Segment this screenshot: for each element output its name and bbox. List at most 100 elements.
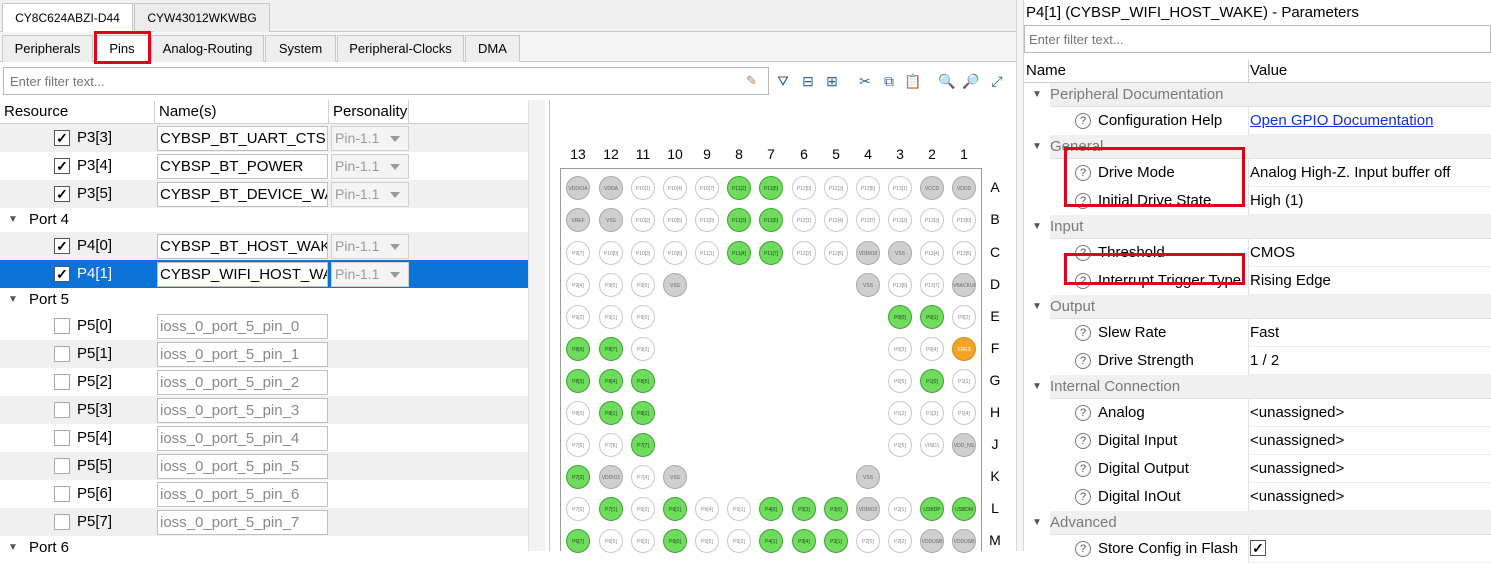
package-pin[interactable]: P12[6] <box>856 176 880 200</box>
param-row[interactable]: ? Threshold CMOS <box>1024 239 1491 267</box>
help-icon[interactable]: ? <box>1075 541 1091 557</box>
package-pin[interactable]: P12[1] <box>792 208 816 232</box>
package-pin[interactable]: P9[2] <box>566 305 590 329</box>
package-pin[interactable]: P13[2] <box>888 208 912 232</box>
pin-row[interactable]: ✓ P4[0] CYBSP_BT_HOST_WAKE Pin-1.1 <box>0 232 528 260</box>
package-pin[interactable]: P4[0] <box>759 497 783 521</box>
package-pin[interactable]: P8[0] <box>566 401 590 425</box>
package-pin[interactable]: P11[2] <box>727 176 751 200</box>
pin-name-field[interactable]: ioss_0_port_5_pin_3 <box>157 398 328 423</box>
package-pin[interactable]: P10[5] <box>663 208 687 232</box>
package-pin[interactable]: P5[1] <box>727 497 751 521</box>
package-pin[interactable]: P13[0] <box>952 208 976 232</box>
package-pin[interactable]: P12[7] <box>856 208 880 232</box>
personality-select[interactable]: Pin-1.1 <box>331 126 409 151</box>
tab-device-cyw43012[interactable]: CYW43012WKWBG <box>134 3 270 32</box>
pin-name-field[interactable]: CYBSP_BT_POWER <box>157 154 328 179</box>
param-value[interactable]: Fast <box>1248 319 1491 347</box>
pin-row[interactable]: P5[3] ioss_0_port_5_pin_3 <box>0 396 528 424</box>
help-icon[interactable]: ? <box>1075 165 1091 181</box>
param-row[interactable]: ? Configuration Help Open GPIO Documentati… <box>1024 107 1491 135</box>
panel-splitter[interactable] <box>1016 0 1024 551</box>
pin-enable-checkbox[interactable] <box>54 486 70 502</box>
package-pin[interactable]: P10[0] <box>599 241 623 265</box>
pin-enable-checkbox[interactable]: ✓ <box>54 158 70 174</box>
expand-toggle-icon[interactable]: ▼ <box>8 542 18 553</box>
package-pin[interactable]: USBDP <box>920 497 944 521</box>
package-pin[interactable]: P7[6] <box>599 433 623 457</box>
param-row[interactable]: ? Store Config in Flash ✓ <box>1024 535 1491 563</box>
package-pin[interactable]: P11[0] <box>695 208 719 232</box>
param-value[interactable]: High (1) <box>1248 187 1491 215</box>
tab-dma[interactable]: DMA <box>465 35 520 62</box>
package-pin[interactable]: P5[5] <box>695 529 719 553</box>
package-pin[interactable]: VDDA <box>599 176 623 200</box>
package-pin[interactable]: P12[2] <box>792 241 816 265</box>
package-pin[interactable]: P3[4] <box>792 529 816 553</box>
package-pin[interactable]: P11[6] <box>759 208 783 232</box>
package-pin[interactable]: P11[5] <box>759 176 783 200</box>
package-pin[interactable]: P10[1] <box>631 176 655 200</box>
paste-icon[interactable]: 📋 <box>903 71 923 91</box>
pin-row[interactable]: P5[5] ioss_0_port_5_pin_5 <box>0 452 528 480</box>
help-icon[interactable]: ? <box>1075 461 1091 477</box>
package-pin[interactable]: VSS <box>663 465 687 489</box>
store-config-checkbox[interactable]: ✓ <box>1250 540 1266 556</box>
package-pin[interactable]: P1[2] <box>888 401 912 425</box>
tab-device-cy8c624abzi[interactable]: CY8C624ABZI-D44 <box>2 3 133 33</box>
package-pin[interactable]: XRES <box>952 337 976 361</box>
personality-select[interactable]: Pin-1.1 <box>331 262 409 287</box>
package-pin[interactable]: P7[4] <box>631 465 655 489</box>
param-value[interactable]: CMOS <box>1248 239 1491 267</box>
package-pin[interactable]: P7[5] <box>566 433 590 457</box>
param-group-row[interactable]: ▼ Advanced <box>1024 511 1491 535</box>
package-pin[interactable]: P1[4] <box>952 401 976 425</box>
package-pin[interactable]: P0[4] <box>920 337 944 361</box>
package-pin[interactable]: P1[3] <box>920 401 944 425</box>
param-value[interactable]: 1 / 2 <box>1248 347 1491 375</box>
param-row[interactable]: ? Slew Rate Fast <box>1024 319 1491 347</box>
personality-select[interactable]: Pin-1.1 <box>331 182 409 207</box>
package-pin[interactable]: P6[0] <box>663 529 687 553</box>
param-row[interactable]: ? Initial Drive State High (1) <box>1024 187 1491 215</box>
package-pin[interactable]: P5[4] <box>695 497 719 521</box>
pin-row[interactable]: P5[6] ioss_0_port_5_pin_6 <box>0 480 528 508</box>
pin-name-field[interactable]: CYBSP_BT_DEVICE_WAKE <box>157 182 328 207</box>
param-value[interactable]: <unassigned> <box>1248 455 1491 483</box>
expand-all-icon[interactable]: ⊞ <box>822 71 842 91</box>
help-icon[interactable]: ? <box>1075 245 1091 261</box>
tab-pins[interactable]: Pins <box>94 35 150 62</box>
package-pin[interactable]: VDDUSB <box>952 529 976 553</box>
package-pin[interactable]: VDDIOA <box>566 176 590 200</box>
package-pin[interactable]: P7[1] <box>599 497 623 521</box>
package-pin[interactable]: P11[1] <box>695 241 719 265</box>
pin-row[interactable]: P5[4] ioss_0_port_5_pin_4 <box>0 424 528 452</box>
package-pin[interactable]: P9[0] <box>631 305 655 329</box>
package-pin[interactable]: P9[5] <box>599 273 623 297</box>
pin-row[interactable]: ✓ P3[4] CYBSP_BT_POWER Pin-1.1 <box>0 152 528 180</box>
package-pin[interactable]: P10[6] <box>663 241 687 265</box>
expand-toggle-icon[interactable]: ▼ <box>8 214 18 225</box>
col-names[interactable]: Name(s) <box>155 100 329 124</box>
package-pin[interactable]: P3[3] <box>792 497 816 521</box>
clear-filter-icon[interactable]: ✎ <box>746 73 762 89</box>
package-pin[interactable]: VCCD <box>920 176 944 200</box>
package-pin[interactable]: P6[3] <box>631 529 655 553</box>
param-group-row[interactable]: ▼ Output <box>1024 295 1491 319</box>
package-pin[interactable]: P1[0] <box>920 369 944 393</box>
param-row[interactable]: ? Drive Mode Analog High-Z. Input buffer o… <box>1024 159 1491 187</box>
param-group-row[interactable]: ▼ Input <box>1024 215 1491 239</box>
package-pin[interactable]: VBACKUP <box>952 273 976 297</box>
package-pin[interactable]: VDDUSB <box>920 529 944 553</box>
package-pin[interactable]: P7[2] <box>566 465 590 489</box>
param-row[interactable]: ? Drive Strength 1 / 2 <box>1024 347 1491 375</box>
package-pin[interactable]: P8[5] <box>631 369 655 393</box>
package-pin[interactable]: P6[2] <box>631 497 655 521</box>
param-row[interactable]: ? Analog <unassigned> <box>1024 399 1491 427</box>
package-pin[interactable]: P12[0] <box>792 176 816 200</box>
package-pin[interactable]: P8[4] <box>599 369 623 393</box>
package-pin[interactable]: P8[3] <box>566 369 590 393</box>
package-pin[interactable]: P2[1] <box>888 497 912 521</box>
pin-name-field[interactable]: ioss_0_port_5_pin_7 <box>157 510 328 535</box>
pin-row[interactable]: P5[0] ioss_0_port_5_pin_0 <box>0 312 528 340</box>
